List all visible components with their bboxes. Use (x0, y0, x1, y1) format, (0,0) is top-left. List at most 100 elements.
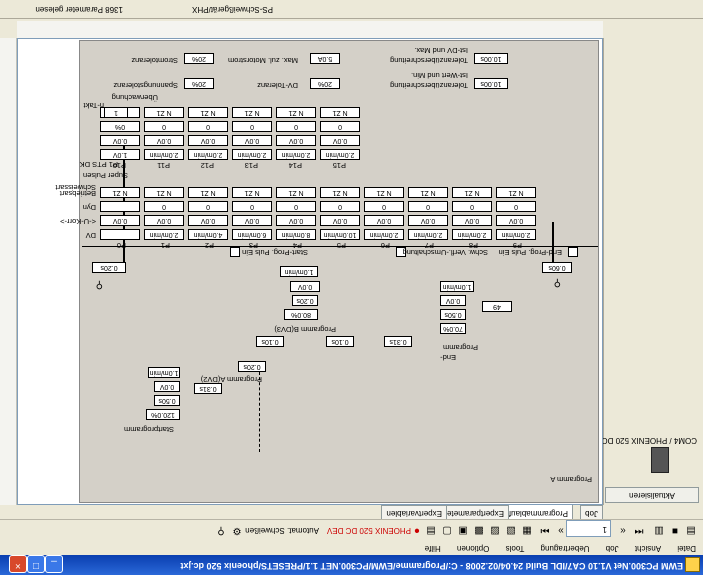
super-dv-cell[interactable]: 2.0m/min (320, 149, 360, 160)
tab-expertvariablen[interactable]: Expertvariablen (381, 505, 447, 519)
menu-optionen[interactable]: Optionen (450, 542, 496, 555)
super-ukorr-cell[interactable]: 0.0V (188, 135, 228, 146)
super-ukorr-cell[interactable]: 0.0V (320, 135, 360, 146)
prog-b-percent[interactable]: 80.0% (284, 309, 318, 320)
menu-tools[interactable]: Tools (499, 542, 532, 555)
super-dv-cell[interactable]: 2.0m/min (232, 149, 272, 160)
first-icon[interactable]: ⏮ (633, 524, 645, 536)
ptable-ukorr-cell[interactable]: 0.0V (320, 215, 360, 226)
ptable-ukorr-cell[interactable]: 0.0V (188, 215, 228, 226)
maximize-button[interactable]: □ (27, 555, 45, 573)
ptable-dyn-cell[interactable]: 0 (364, 201, 404, 212)
current-tolerance[interactable]: 20% (184, 53, 214, 64)
start-time[interactable]: 0.50s (154, 395, 180, 406)
ptable-schweissart-cell[interactable]: N Z1 (276, 187, 316, 198)
end-volt[interactable]: 0.0V (440, 295, 466, 306)
ptable-schweissart-cell[interactable]: N Z1 (364, 187, 404, 198)
voltage-tolerance[interactable]: 20% (184, 78, 214, 89)
ptable-dv-cell[interactable]: 8.0m/min (276, 229, 316, 240)
horizontal-scrollbar[interactable] (17, 21, 603, 38)
ptable-dv-cell[interactable]: 2.0m/min (496, 229, 536, 240)
prev-icon[interactable]: « (617, 524, 629, 536)
tab-expertparameter[interactable]: Expertparameter (439, 505, 509, 519)
close-button[interactable]: × (9, 555, 27, 573)
ptable-dv-cell[interactable]: 2.0m/min (364, 229, 404, 240)
menu-uebertragung[interactable]: Uebertragung (534, 542, 597, 555)
prog-b-time[interactable]: 0.20s (292, 295, 318, 306)
super-dyn-cell[interactable]: 0% (100, 121, 140, 132)
wrench-icon[interactable]: ⚙ (231, 524, 243, 536)
start-volt[interactable]: 0.0V (154, 381, 180, 392)
tool-icon-7[interactable]: ▤ (425, 524, 437, 536)
super-ukorr-cell[interactable]: 0.0V (232, 135, 272, 146)
dv-tolerance[interactable]: 20% (310, 78, 340, 89)
slope-1[interactable]: 0.10s (256, 336, 284, 347)
auto-label[interactable]: Automat. Schweißen (245, 526, 319, 535)
ptable-dyn-cell[interactable] (100, 201, 140, 212)
last-icon[interactable]: ⏭ (539, 524, 551, 536)
ptable-schweissart-cell[interactable]: N Z1 (100, 187, 140, 198)
super-ukorr-cell[interactable]: 0.0V (276, 135, 316, 146)
end-time[interactable]: 0.50s (440, 309, 466, 320)
tool-icon-8[interactable]: ⚲ (215, 524, 227, 536)
job-number-input[interactable]: 1 (566, 520, 611, 537)
vertical-scrollbar[interactable] (0, 38, 17, 505)
ptable-ukorr-cell[interactable]: 0.0V (408, 215, 448, 226)
ptable-schweissart-cell[interactable]: N Z1 (320, 187, 360, 198)
super-art-cell[interactable]: N Z1 (232, 107, 272, 118)
menu-datei[interactable]: Datei (670, 542, 703, 555)
ptable-ukorr-cell[interactable]: 0.0V (452, 215, 492, 226)
print-icon[interactable]: ▥ (653, 524, 665, 536)
ptable-schweissart-cell[interactable]: N Z1 (144, 187, 184, 198)
super-dyn-cell[interactable]: 0 (320, 121, 360, 132)
super-dyn-cell[interactable]: 0 (276, 121, 316, 132)
start-prog-time[interactable]: 0.20s (92, 262, 126, 273)
ptable-dyn-cell[interactable]: 0 (276, 201, 316, 212)
super-dyn-cell[interactable]: 0 (232, 121, 272, 132)
ptable-dv-cell[interactable]: 2.0m/min (144, 229, 184, 240)
super-dv-cell[interactable]: 1.0V (100, 149, 140, 160)
super-ukorr-cell[interactable]: 0.0V (144, 135, 184, 146)
ptable-dv-cell[interactable]: 10.0m/min (320, 229, 360, 240)
ptable-dyn-cell[interactable]: 0 (496, 201, 536, 212)
start-percent[interactable]: 120.0% (146, 409, 180, 420)
ptable-dyn-cell[interactable]: 0 (452, 201, 492, 212)
slope-3[interactable]: 0.31s (384, 336, 412, 347)
menu-hilfe[interactable]: Hilfe (418, 542, 448, 555)
ptable-ukorr-cell[interactable]: 0.0V (100, 215, 140, 226)
end-puls-checkbox[interactable] (568, 247, 578, 257)
menu-ansicht[interactable]: Ansicht (628, 542, 668, 555)
super-art-cell[interactable]: N Z1 (276, 107, 316, 118)
tool-icon-5[interactable]: ▣ (457, 524, 469, 536)
start-puls-checkbox[interactable] (230, 247, 240, 257)
super-dyn-cell[interactable]: 0 (144, 121, 184, 132)
tab-job[interactable]: Job (580, 505, 603, 519)
ptable-dv-cell[interactable]: 2.0m/min (408, 229, 448, 240)
tool-icon-6[interactable]: ▢ (441, 524, 453, 536)
tool-icon-2[interactable]: ▧ (505, 524, 517, 536)
ptable-dyn-cell[interactable]: 0 (232, 201, 272, 212)
end-percent[interactable]: 70.0% (440, 323, 466, 334)
save-icon[interactable]: ■ (669, 524, 681, 536)
refresh-button[interactable]: Aktualisieren (605, 487, 699, 503)
ptable-dv-cell[interactable]: 6.0m/min (232, 229, 272, 240)
super-art-cell[interactable]: N Z1 (188, 107, 228, 118)
tolerance-exceed-1[interactable]: 10.00s (474, 78, 508, 89)
start-slope[interactable]: 0.31s (194, 383, 222, 394)
super-ukorr-cell[interactable]: 0.0V (100, 135, 140, 146)
tolerance-exceed-2[interactable]: 10.00s (474, 53, 508, 64)
ptable-ukorr-cell[interactable]: 0.0V (232, 215, 272, 226)
ptable-ukorr-cell[interactable]: 0.0V (276, 215, 316, 226)
minimize-button[interactable]: _ (45, 555, 63, 573)
title-bar[interactable]: EWM PC300.Net V1.10 CA7/IDL Build 24.04/… (0, 555, 703, 575)
super-art-cell[interactable]: N Z1 (144, 107, 184, 118)
ptable-dv-cell[interactable]: 4.0m/min (188, 229, 228, 240)
super-art-cell[interactable]: N Z1 (320, 107, 360, 118)
max-motor-current[interactable]: 5.0A (310, 53, 340, 64)
ptable-dyn-cell[interactable]: 0 (408, 201, 448, 212)
ptable-ukorr-cell[interactable]: 0.0V (144, 215, 184, 226)
open-icon[interactable]: ▤ (685, 524, 697, 536)
tool-icon-4[interactable]: ▩ (473, 524, 485, 536)
tool-icon-3[interactable]: ▨ (489, 524, 501, 536)
ptable-dv-cell[interactable]: 2.0m/min (452, 229, 492, 240)
